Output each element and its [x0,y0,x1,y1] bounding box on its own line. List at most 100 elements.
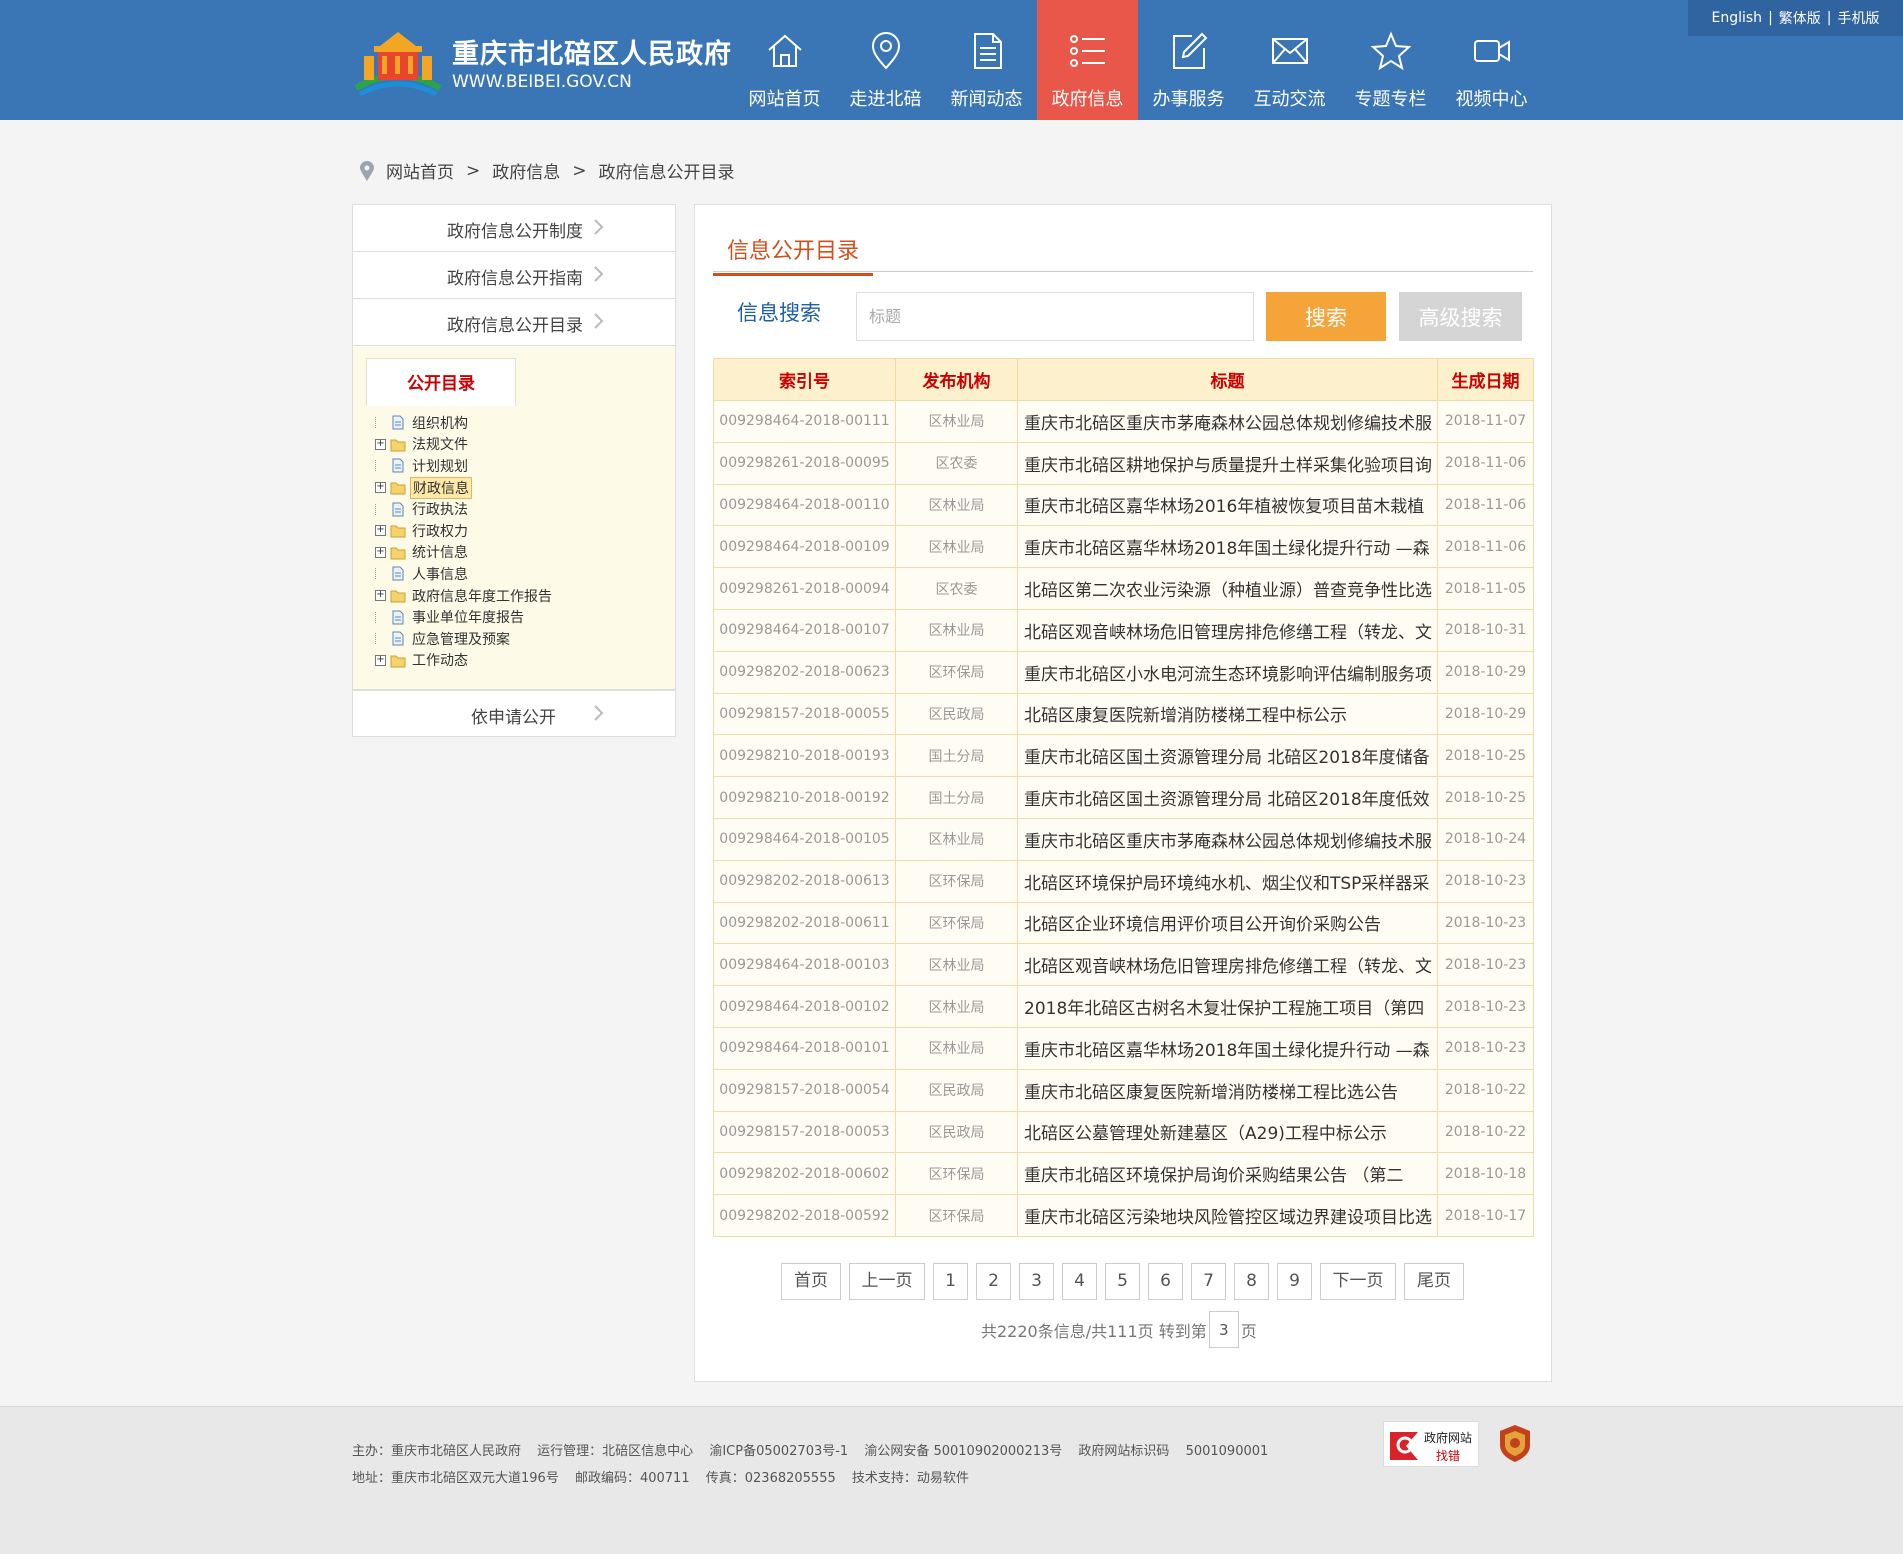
page-number[interactable]: 4 [1062,1263,1097,1300]
next-page-button[interactable]: 下一页 [1320,1263,1396,1300]
page-number[interactable]: 8 [1234,1263,1269,1300]
expand-toggle-icon[interactable]: + [375,546,386,558]
footer-police-record[interactable]: 渝公网安备 50010902000213号 [864,1444,1062,1459]
title-link[interactable]: 北碚区企业环境信用评价项目公开询价采购公告 [1017,901,1438,945]
publisher-cell: 区环保局 [895,859,1018,903]
search-input[interactable] [856,292,1254,341]
page-number[interactable]: 6 [1148,1263,1183,1300]
page-number[interactable]: 3 [1019,1263,1054,1300]
advanced-search-button[interactable]: 高级搜索 [1399,292,1522,341]
sidebar-item-disclosure-system[interactable]: 政府信息公开制度 [352,204,676,251]
date-cell: 2018-11-05 [1437,567,1534,610]
title-link[interactable]: 北碚区环境保护局环境纯水机、烟尘仪和TSP采样器采 [1017,859,1438,903]
breadcrumb-current[interactable]: 政府信息公开目录 [599,158,735,183]
tree-item[interactable]: + 法规文件 [375,434,554,456]
main-nav: 网站首页 走进北碚 新闻动态 政府信息 办事服务 互动交流 专题专栏 视频中心 [734,0,1542,120]
title-link[interactable]: 2018年北碚区古树名木复壮保护工程施工项目（第四 [1017,985,1438,1028]
folder-icon [390,590,406,603]
tree-item[interactable]: 计划规划 [375,455,554,477]
footer-icp[interactable]: 渝ICP备05002703号-1 [709,1444,848,1459]
title-link[interactable]: 重庆市北碚区小水电河流生态环境影响评估编制服务项 [1017,650,1438,694]
party-emblem-icon[interactable] [1498,1423,1532,1463]
tree-item[interactable]: 人事信息 [375,563,554,585]
sidebar-item-disclosure-catalog[interactable]: 政府信息公开目录 [352,298,676,345]
breadcrumb-home[interactable]: 网站首页 [386,158,454,183]
tree-connector [375,460,386,472]
publisher-cell: 区民政局 [895,692,1018,736]
page-number[interactable]: 9 [1277,1263,1312,1300]
tree-item[interactable]: + 行政权力 [375,520,554,542]
title-link[interactable]: 北碚区第二次农业污染源（种植业源）普查竞争性比选 [1017,567,1438,610]
nav-item-news[interactable]: 新闻动态 [936,0,1037,120]
mail-icon [1272,38,1308,64]
footer-line-2: 地址：重庆市北碚区双元大道196号 邮政编码：400711 传真：0236820… [352,1467,981,1486]
page-number[interactable]: 5 [1105,1263,1140,1300]
title-link[interactable]: 重庆市北碚区重庆市茅庵森林公园总体规划修编技术服 [1017,400,1438,443]
title-link[interactable]: 重庆市北碚区重庆市茅庵森林公园总体规划修编技术服 [1017,817,1438,861]
tree-item[interactable]: 行政执法 [375,498,554,520]
title-link[interactable]: 重庆市北碚区嘉华林场2018年国土绿化提升行动 —森 [1017,1026,1438,1070]
nav-item-home[interactable]: 网站首页 [734,0,835,120]
nav-item-video-center[interactable]: 视频中心 [1441,0,1542,120]
table-row: 009298210-2018-00192 国土分局 重庆市北碚区国土资源管理分局 北… [713,776,1534,819]
goto-page-input[interactable] [1208,1311,1239,1348]
date-cell: 2018-11-06 [1437,525,1534,569]
tree-item[interactable]: + 财政信息 [375,476,554,499]
first-page-button[interactable]: 首页 [781,1263,841,1300]
index-number-cell: 009298157-2018-00054 [713,1068,896,1112]
last-page-button[interactable]: 尾页 [1404,1263,1464,1300]
prev-page-button[interactable]: 上一页 [849,1263,925,1300]
site-logo[interactable]: 重庆市北碚区人民政府 WWW.BEIBEI.GOV.CN [352,22,731,104]
title-link[interactable]: 重庆市北碚区环境保护局询价采购结果公告 （第二 [1017,1152,1438,1196]
nav-item-interaction[interactable]: 互动交流 [1239,0,1340,120]
nav-item-services[interactable]: 办事服务 [1138,0,1239,120]
title-link[interactable]: 重庆市北碚区污染地块风险管控区域边界建设项目比选 [1017,1194,1438,1237]
index-number-cell: 009298464-2018-00110 [713,483,896,527]
expand-toggle-icon[interactable]: + [375,590,386,602]
breadcrumb-gov-info[interactable]: 政府信息 [492,158,560,183]
title-link[interactable]: 重庆市北碚区耕地保护与质量提升土样采集化验项目询 [1017,441,1438,485]
report-error-badge[interactable]: 政府网站 找错 [1383,1421,1479,1467]
expand-toggle-icon[interactable]: + [375,482,386,494]
page-number[interactable]: 2 [976,1263,1011,1300]
expand-toggle-icon[interactable]: + [375,654,386,666]
tree-connector [375,633,386,645]
title-link[interactable]: 重庆市北碚区国土资源管理分局 北碚区2018年度低效 [1017,776,1438,819]
column-header-title: 标题 [1017,358,1438,401]
traditional-chinese-link[interactable]: 繁体版 [1779,8,1821,28]
tree-item[interactable]: + 工作动态 [375,650,554,672]
tree-item[interactable]: 组织机构 [375,412,554,434]
title-link[interactable]: 重庆市北碚区嘉华林场2018年国土绿化提升行动 —森 [1017,525,1438,569]
expand-toggle-icon[interactable]: + [375,525,386,537]
mobile-version-link[interactable]: 手机版 [1838,8,1880,28]
title-link[interactable]: 北碚区观音峡林场危旧管理房排危修缮工程（转龙、文 [1017,608,1438,652]
tree-tab[interactable]: 公开目录 [366,358,516,406]
title-link[interactable]: 重庆市北碚区国土资源管理分局 北碚区2018年度储备 [1017,734,1438,778]
sidebar: 政府信息公开制度 政府信息公开指南 政府信息公开目录 公开目录 组织机构 + 法规文… [352,204,676,737]
tree-item[interactable]: 事业单位年度报告 [375,606,554,628]
sidebar-item-apply-disclosure[interactable]: 依申请公开 [352,690,676,737]
title-link[interactable]: 北碚区康复医院新增消防楼梯工程中标公示 [1017,692,1438,736]
title-link[interactable]: 北碚区公墓管理处新建墓区（A29)工程中标公示 [1017,1110,1438,1154]
page-number[interactable]: 1 [933,1263,968,1300]
date-cell: 2018-10-24 [1437,817,1534,861]
badge-text: 找错 [1436,1449,1461,1463]
tree-item[interactable]: + 政府信息年度工作报告 [375,585,554,607]
title-link[interactable]: 重庆市北碚区嘉华林场2016年植被恢复项目苗木栽植 [1017,483,1438,527]
page-number[interactable]: 7 [1191,1263,1226,1300]
nav-item-about-beibei[interactable]: 走进北碚 [835,0,936,120]
tree-item[interactable]: 应急管理及预案 [375,628,554,650]
publisher-cell: 区林业局 [895,400,1018,443]
title-link[interactable]: 重庆市北碚区康复医院新增消防楼梯工程比选公告 [1017,1068,1438,1112]
tree-item[interactable]: + 统计信息 [375,542,554,564]
search-button[interactable]: 搜索 [1266,292,1386,341]
nav-item-special-topics[interactable]: 专题专栏 [1340,0,1441,120]
sidebar-item-disclosure-guide[interactable]: 政府信息公开指南 [352,251,676,298]
english-link[interactable]: English [1712,10,1763,26]
index-number-cell: 009298464-2018-00107 [713,608,896,652]
title-link[interactable]: 北碚区观音峡林场危旧管理房排危修缮工程（转龙、文 [1017,943,1438,987]
expand-toggle-icon[interactable]: + [375,438,386,450]
nav-item-gov-info[interactable]: 政府信息 [1037,0,1138,120]
pagination: 首页 上一页 1 2 3 4 5 6 7 8 9 下一页 尾页 [781,1263,1464,1300]
pagination-suffix: 页 [1240,1321,1257,1341]
